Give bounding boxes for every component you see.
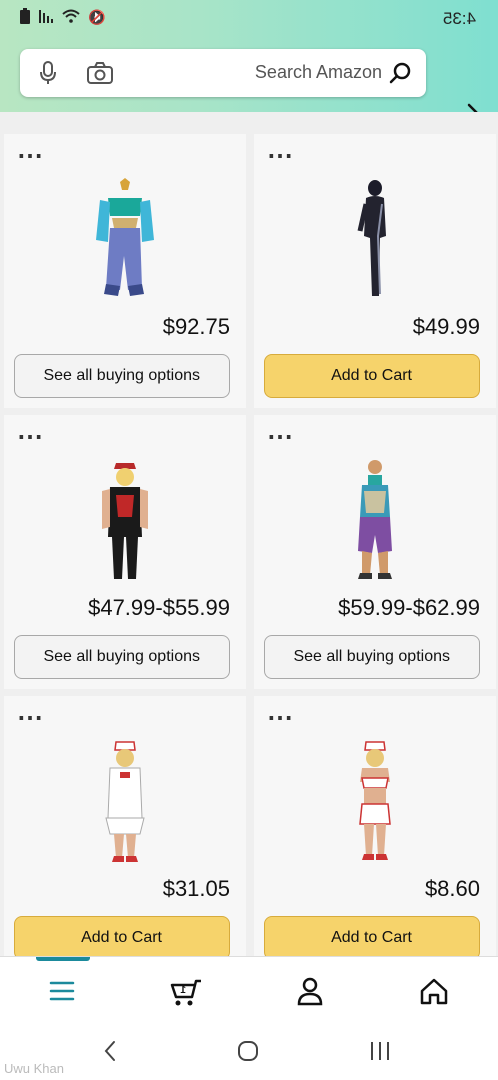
status-time: 4:35	[442, 9, 476, 28]
button-label: Add to Cart	[331, 367, 413, 384]
see-all-buying-options-button[interactable]: See all buying options	[14, 635, 230, 679]
battery-icon	[20, 8, 30, 27]
button-label: See all buying options	[43, 367, 201, 384]
more-options-icon[interactable]: ⋯	[16, 702, 43, 732]
product-price: $92.75	[162, 314, 230, 339]
product-card[interactable]: ⋯ $92.75 See all buying options	[4, 134, 246, 408]
product-price: $31.05	[162, 876, 230, 901]
search-placeholder: Search Amazon	[254, 62, 382, 82]
product-price: $8.60	[424, 876, 480, 901]
product-image[interactable]	[330, 176, 420, 306]
mute-icon: 🔇	[88, 9, 106, 25]
button-label: Add to Cart	[81, 929, 163, 946]
system-navigation-bar: Uwu Khan	[0, 1024, 498, 1080]
see-all-buying-options-button[interactable]: See all buying options	[264, 635, 480, 679]
account-icon[interactable]	[290, 971, 330, 1011]
signal-icon	[38, 9, 54, 26]
see-all-buying-options-button[interactable]: See all buying options	[14, 354, 230, 398]
more-options-icon[interactable]: ⋯	[266, 140, 293, 170]
more-options-icon[interactable]: ⋯	[16, 140, 43, 170]
product-image[interactable]	[330, 457, 420, 587]
search-icon[interactable]	[388, 61, 412, 85]
svg-text:1: 1	[180, 985, 186, 996]
product-card[interactable]: ⋯ $49.99 Add to Cart	[254, 134, 496, 408]
more-options-icon[interactable]: ⋯	[266, 702, 293, 732]
bottom-nav: 1	[0, 956, 498, 1025]
product-image[interactable]	[330, 738, 420, 868]
menu-icon[interactable]	[42, 971, 82, 1011]
add-to-cart-button[interactable]: Add to Cart	[264, 354, 480, 398]
button-label: See all buying options	[293, 648, 451, 665]
product-card[interactable]: ⋯ $47.99-$55.99 See all buying options	[4, 415, 246, 689]
product-image[interactable]	[80, 176, 170, 306]
search-input[interactable]: Search Amazon	[20, 49, 426, 97]
product-card[interactable]: ⋯ $8.60 Add to Cart	[254, 696, 496, 970]
active-tab-indicator	[36, 957, 90, 961]
add-to-cart-button[interactable]: Add to Cart	[264, 916, 480, 960]
product-image[interactable]	[80, 457, 170, 587]
button-label: Add to Cart	[331, 929, 413, 946]
home-button-icon[interactable]	[236, 1040, 260, 1067]
button-label: See all buying options	[43, 648, 201, 665]
screen: 4:35 🔇 Search Amazon ⋯ $49.99 Add to Car…	[0, 0, 498, 1080]
product-price: $59.99-$62.99	[338, 595, 480, 620]
more-options-icon[interactable]: ⋯	[266, 421, 293, 451]
status-icons: 🔇	[20, 8, 105, 27]
back-button-icon[interactable]	[98, 1040, 122, 1067]
watermark: Uwu Khan	[4, 1061, 64, 1076]
product-grid: ⋯ $49.99 Add to Cart ⋯ $92.75 See all bu…	[0, 112, 498, 970]
status-bar: 4:35 🔇	[0, 0, 498, 40]
more-options-icon[interactable]: ⋯	[16, 421, 43, 451]
product-card[interactable]: ⋯ $31.05 Add to Cart	[4, 696, 246, 970]
wifi-icon	[62, 9, 80, 26]
product-price: $49.99	[412, 314, 480, 339]
product-card[interactable]: ⋯ $59.99-$62.99 See all buying options	[254, 415, 496, 689]
home-icon[interactable]	[414, 971, 454, 1011]
cart-icon[interactable]: 1	[166, 971, 206, 1011]
mic-icon[interactable]	[38, 60, 58, 86]
add-to-cart-button[interactable]: Add to Cart	[14, 916, 230, 960]
recent-apps-icon[interactable]	[368, 1040, 392, 1067]
camera-icon[interactable]	[86, 61, 114, 85]
product-price: $47.99-$55.99	[88, 595, 230, 620]
product-image[interactable]	[80, 738, 170, 868]
